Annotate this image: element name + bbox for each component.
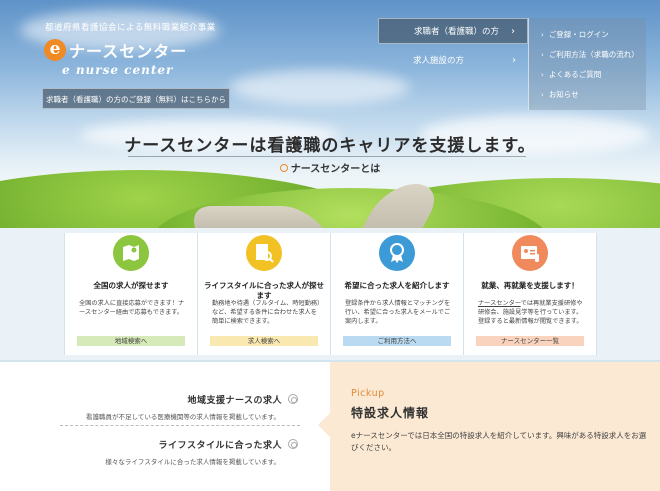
feature-card-area-search: 全国の求人が探せます 全国の求人に直接応募ができます！ナースセンター経由で応募も… xyxy=(64,233,197,355)
job-search-button[interactable]: 求人検索へ xyxy=(210,336,318,346)
pickup-desc: eナースセンターでは日本全国の特設求人を紹介しています。興味がある特設求人をお選… xyxy=(351,431,647,452)
feature-title: ライフスタイルに合った求人が探せます xyxy=(204,281,324,300)
register-button[interactable]: 求職者（看護職）の方のご登録（無料）はこちらから xyxy=(42,88,230,109)
logo-e-icon: e xyxy=(44,39,66,61)
logo[interactable]: e ナースセンター xyxy=(44,38,187,62)
feature-desc: 全国の求人に直接応募ができます！ナースセンター経由で応募もできます。 xyxy=(79,300,185,316)
chevron-right-icon: › xyxy=(541,91,544,99)
feature-card-matching: 希望に合った求人を紹介します 登録条件から求人情報とマッチングを行い、希望に合っ… xyxy=(330,233,463,355)
feature-desc: 勤務地や待遇（フルタイム、時短勤務）など、希望する条件に合わせた求人を簡単に検索… xyxy=(212,300,321,325)
id-card-icon xyxy=(512,235,548,271)
chevron-right-icon: › xyxy=(541,71,544,79)
chevron-right-icon: › xyxy=(541,31,544,39)
chevron-right-icon: › xyxy=(541,51,544,59)
circle-arrow-icon xyxy=(288,394,298,404)
side-item-usage[interactable]: › ご利用方法（求職の流れ） xyxy=(541,49,639,60)
job-link-lifestyle[interactable]: ライフスタイルに合った求人 様々なライフスタイルに合った求人情報を掲載しています… xyxy=(105,438,298,466)
tab-facility[interactable]: 求人施設の方 › xyxy=(378,48,528,74)
pickup-notch xyxy=(318,413,330,437)
pickup-panel: Pickup 特設求人情報 eナースセンターでは日本全国の特設求人を紹介していま… xyxy=(330,362,660,491)
job-title: ライフスタイルに合った求人 xyxy=(105,438,298,451)
pickup-label: Pickup xyxy=(351,388,385,399)
features-section: 全国の求人が探せます 全国の求人に直接応募ができます！ナースセンター経由で応募も… xyxy=(0,228,660,360)
side-item-news[interactable]: › お知らせ xyxy=(541,89,579,100)
tab-label: 求人施設の方 xyxy=(413,56,465,66)
feature-title: 就業、再就業を支援します！ xyxy=(481,281,579,290)
usage-button[interactable]: ご利用方法へ xyxy=(343,336,451,346)
job-desc: 看護職員が不足している医療機関等の求人情報を掲載しています。 xyxy=(86,413,280,421)
circle-icon xyxy=(279,164,288,172)
side-item-login[interactable]: › ご登録・ログイン xyxy=(541,29,609,40)
logo-subtitle: e nurse center xyxy=(62,63,174,77)
hero-headline: ナースセンターは看護職のキャリアを支援します。 xyxy=(124,136,536,156)
chevron-right-icon: › xyxy=(512,55,516,66)
divider xyxy=(60,425,300,426)
about-link[interactable]: ナースセンターとは xyxy=(0,160,660,175)
pickup-title: 特設求人情報 xyxy=(351,406,430,420)
circle-arrow-icon xyxy=(288,439,298,449)
side-item-faq[interactable]: › よくあるご質問 xyxy=(541,69,601,80)
feature-desc: 登録条件から求人情報とマッチングを行い、希望に合った求人をメールでご案内します。 xyxy=(345,300,451,325)
feature-card-support: 就業、再就業を支援します！ ナースセンターでは再就業支援研修や研修会、施設見学等… xyxy=(463,233,597,355)
cloud xyxy=(230,70,410,105)
side-menu: › ご登録・ログイン › ご利用方法（求職の流れ） › よくあるご質問 › お知らせ xyxy=(528,18,646,110)
area-search-button[interactable]: 地域検索へ xyxy=(77,336,185,346)
chevron-right-icon: › xyxy=(511,26,515,37)
job-title: 地域支援ナースの求人 xyxy=(86,393,298,406)
map-icon xyxy=(113,235,149,271)
feature-title: 全国の求人が探せます xyxy=(93,281,169,290)
job-desc: 様々なライフスタイルに合った求人情報を掲載しています。 xyxy=(105,458,280,466)
feature-desc: ナースセンターでは再就業支援研修や研修会、施設見学等を行っています。登録すると最… xyxy=(478,300,583,325)
job-link-regional[interactable]: 地域支援ナースの求人 看護職員が不足している医療機関等の求人情報を掲載しています… xyxy=(86,393,298,421)
tagline: 都道府県看護協会による無料職業紹介事業 xyxy=(45,23,216,33)
divider xyxy=(128,156,526,157)
logo-text: ナースセンター xyxy=(69,42,188,61)
feature-card-job-search: ライフスタイルに合った求人が探せます 勤務地や待遇（フルタイム、時短勤務）など、… xyxy=(197,233,330,355)
tab-label: 求職者（看護職）の方 xyxy=(414,27,500,37)
badge-icon xyxy=(379,235,415,271)
feature-title: 希望に合った求人を紹介します xyxy=(344,281,450,290)
search-document-icon xyxy=(246,235,282,271)
nurse-center-list-button[interactable]: ナースセンター一覧 xyxy=(476,336,584,346)
tab-job-seeker[interactable]: 求職者（看護職）の方 › xyxy=(378,18,528,44)
nurse-center-link[interactable]: ナースセンター xyxy=(478,300,521,307)
